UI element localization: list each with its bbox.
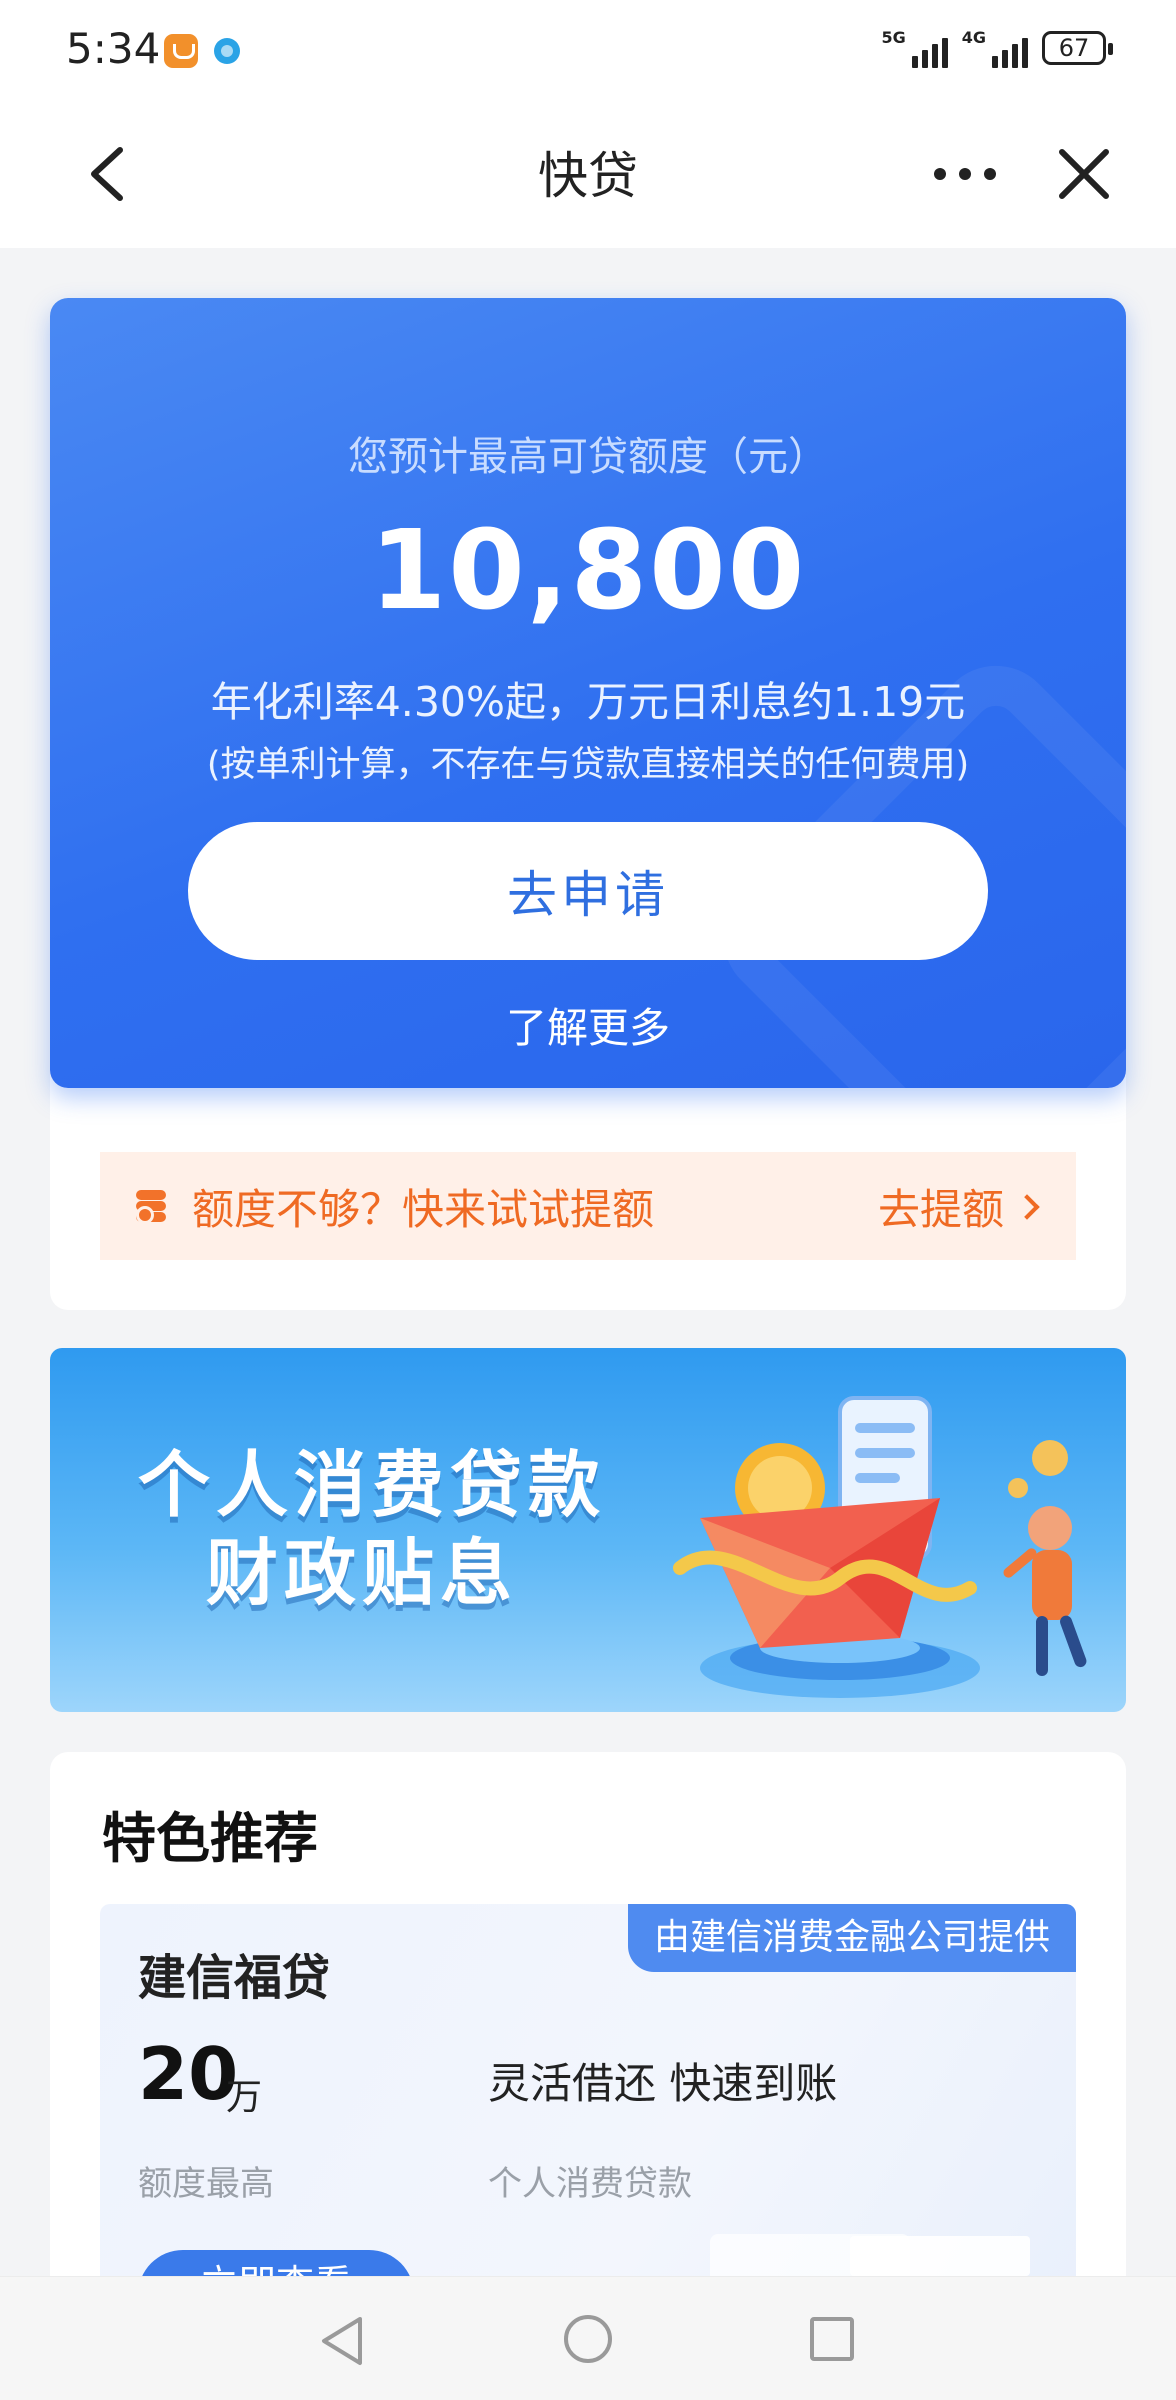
status-time: 5:34 xyxy=(66,24,161,73)
product-max-amount: 20 xyxy=(138,2032,239,2116)
increase-quota-link[interactable]: 去提额 xyxy=(877,1176,1040,1237)
apply-button[interactable]: 去申请 xyxy=(188,822,988,960)
status-indicators: 5G 4G 67 xyxy=(881,28,1113,68)
quota-prompt: 额度不够？快来试试提额 xyxy=(192,1184,655,1234)
product-decoration-bar xyxy=(850,2236,1030,2276)
interest-note: (按单利计算，不存在与贷款直接相关的任何费用) xyxy=(206,745,970,785)
provider-badge: 由建信消费金融公司提供 xyxy=(627,1904,1076,1972)
network-label-4g: 4G xyxy=(961,28,986,47)
interest-rate-text: 年化利率4.30%起，万元日利息约1.19元 xyxy=(210,678,966,726)
learn-more-link[interactable]: 了解更多 xyxy=(50,994,1126,1054)
chevron-right-icon xyxy=(1014,1194,1040,1220)
status-bar: 5:34 5G 4G 67 xyxy=(0,0,1176,100)
product-card[interactable]: 由建信消费金融公司提供 建信福贷 20 万 灵活借还 快速到账 额度最高 个人消… xyxy=(100,1904,1076,2324)
loan-limit-card: 您预计最高可贷额度（元） 10,800 年化利率4.30%起，万元日利息约1.1… xyxy=(50,298,1126,1088)
banner-subheadline: 财政贴息 xyxy=(206,1531,519,1615)
limit-label: 您预计最高可贷额度（元） xyxy=(348,434,828,480)
product-tagline: 灵活借还 快速到账 xyxy=(488,2059,838,2108)
signal-5g-icon: 5G xyxy=(881,28,948,68)
nav-bar: 快贷 xyxy=(0,100,1176,248)
close-icon[interactable] xyxy=(1054,144,1114,204)
system-nav-bar xyxy=(0,2276,1176,2400)
signal-4g-icon: 4G xyxy=(962,28,1028,68)
browser-app-icon xyxy=(214,38,240,64)
product-name: 建信福贷 xyxy=(138,1950,331,2006)
limit-amount: 10,800 xyxy=(369,506,807,634)
health-app-icon xyxy=(164,34,198,68)
increase-quota-label: 去提额 xyxy=(877,1184,1004,1234)
featured-title: 特色推荐 xyxy=(102,1807,318,1870)
system-recent-apps-icon[interactable] xyxy=(810,2317,854,2361)
quota-increase-bar[interactable]: 额度不够？快来试试提额 去提额 xyxy=(100,1152,1076,1260)
gift-phone-illustration xyxy=(673,1396,1087,1698)
system-back-icon[interactable] xyxy=(316,2313,366,2369)
network-label-5g: 5G xyxy=(881,28,906,47)
amount-caption: 额度最高 xyxy=(138,2164,274,2204)
battery-icon: 67 xyxy=(1042,31,1113,65)
system-home-icon[interactable] xyxy=(564,2315,612,2363)
product-amount-unit: 万 xyxy=(226,2077,263,2118)
more-dots-icon[interactable] xyxy=(930,154,1000,194)
coins-up-icon xyxy=(136,1188,178,1224)
promo-banner[interactable]: 个人消费贷款 财政贴息 xyxy=(50,1348,1126,1712)
product-category: 个人消费贷款 xyxy=(488,2164,692,2204)
